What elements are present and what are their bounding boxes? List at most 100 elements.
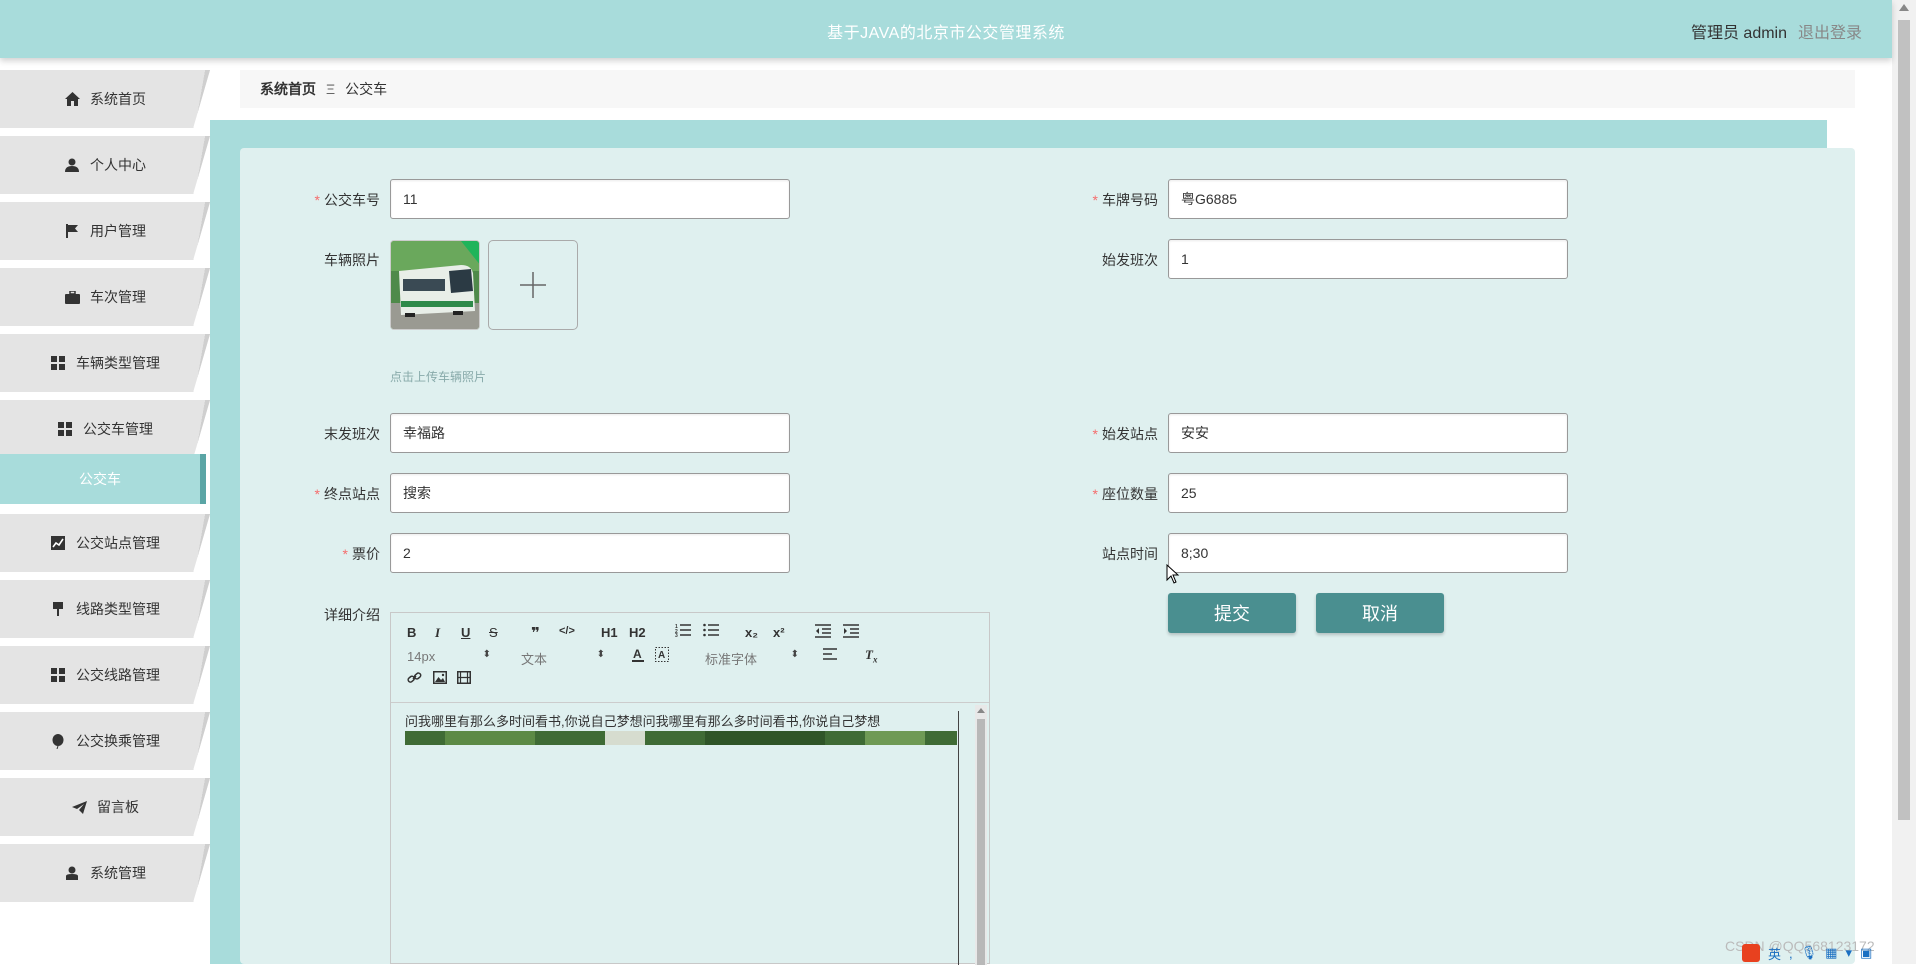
plate-input[interactable]: 粤G6885 bbox=[1168, 179, 1568, 219]
grid-icon bbox=[50, 667, 66, 683]
microphone-icon[interactable]: 🎙 bbox=[1801, 945, 1818, 961]
underline-button[interactable]: U bbox=[461, 625, 470, 640]
breadcrumb: 系统首页 Ξ 公交车 bbox=[240, 70, 1855, 108]
scroll-up-arrow[interactable] bbox=[1899, 4, 1909, 11]
sidebar-item-home[interactable]: 系统首页 bbox=[0, 70, 210, 128]
bullet-list-icon[interactable] bbox=[703, 623, 719, 640]
sidebar-item-label: 系统管理 bbox=[90, 865, 146, 881]
link-icon[interactable] bbox=[407, 671, 422, 688]
sidebar-item-trips[interactable]: 车次管理 bbox=[0, 268, 210, 326]
heading2-button[interactable]: H2 bbox=[629, 625, 646, 640]
sidebar-item-transfers[interactable]: 公交换乘管理 bbox=[0, 712, 210, 770]
svg-text:3: 3 bbox=[675, 633, 678, 637]
grid-icon bbox=[57, 421, 73, 437]
page-scrollbar[interactable] bbox=[1892, 0, 1916, 964]
ordered-list-icon[interactable]: 123 bbox=[675, 623, 691, 640]
editor-scroll-up-arrow[interactable] bbox=[977, 708, 985, 713]
sidebar-item-route-types[interactable]: 线路类型管理 bbox=[0, 580, 210, 638]
app-title: 基于JAVA的北京市公交管理系统 bbox=[827, 25, 1065, 42]
outdent-icon[interactable] bbox=[815, 624, 831, 641]
text-type-select[interactable]: 文本 ⬍ bbox=[521, 649, 605, 668]
sidebar: 系统首页 个人中心 用户管理 车次管理 车辆类型管理 公交车管理 公交车 公交站… bbox=[0, 58, 210, 964]
blockquote-button[interactable]: ❞ bbox=[531, 624, 540, 642]
end-station-input[interactable]: 搜索 bbox=[390, 473, 790, 513]
fare-input[interactable]: 2 bbox=[390, 533, 790, 573]
cancel-button[interactable]: 取消 bbox=[1316, 593, 1444, 633]
align-icon[interactable] bbox=[823, 648, 837, 663]
sidebar-item-label: 个人中心 bbox=[90, 157, 146, 173]
sidebar-item-messages[interactable]: 留言板 bbox=[0, 778, 210, 836]
sidebar-item-bus-management[interactable]: 公交车管理 bbox=[0, 400, 210, 458]
editor-text: 问我哪里有那么多时间看书,你说自己梦想问我哪里有那么多时间看书,你说自己梦想 bbox=[405, 714, 881, 729]
start-station-label: * 始发站点 bbox=[1092, 426, 1158, 442]
sidebar-item-label: 公交站点管理 bbox=[76, 535, 160, 551]
sidebar-item-label: 公交车 bbox=[79, 471, 121, 487]
bold-button[interactable]: B bbox=[407, 625, 416, 640]
font-family-select[interactable]: 标准字体 ⬍ bbox=[705, 649, 799, 668]
station-time-input[interactable]: 8;30 bbox=[1168, 533, 1568, 573]
editor-content[interactable]: 问我哪里有那么多时间看书,你说自己梦想问我哪里有那么多时间看书,你说自己梦想 bbox=[405, 711, 959, 965]
breadcrumb-current: 公交车 bbox=[345, 81, 388, 97]
apps-icon[interactable]: ▣ bbox=[1860, 945, 1872, 961]
fare-label: * 票价 bbox=[342, 546, 380, 562]
sidebar-item-label: 公交车管理 bbox=[83, 421, 153, 437]
sidebar-item-routes[interactable]: 公交线路管理 bbox=[0, 646, 210, 704]
sidebar-item-users[interactable]: 用户管理 bbox=[0, 202, 210, 260]
balloon-icon bbox=[50, 733, 66, 749]
shirt-icon[interactable]: ▾ bbox=[1845, 945, 1852, 961]
punctuation-icon[interactable]: , bbox=[1789, 946, 1793, 961]
bus-no-input[interactable]: 11 bbox=[390, 179, 790, 219]
grid-icon bbox=[50, 355, 66, 371]
sidebar-item-label: 留言板 bbox=[97, 799, 139, 815]
sidebar-item-system[interactable]: 系统管理 bbox=[0, 844, 210, 902]
sidebar-subitem-bus[interactable]: 公交车 bbox=[0, 454, 206, 504]
top-bar: 基于JAVA的北京市公交管理系统 管理员 admin 退出登录 bbox=[0, 0, 1892, 58]
editor-scroll-thumb[interactable] bbox=[977, 719, 985, 965]
sidebar-item-label: 线路类型管理 bbox=[76, 601, 160, 617]
editor-embedded-image[interactable] bbox=[405, 731, 957, 745]
first-shift-label: 始发班次 bbox=[1102, 252, 1158, 268]
logout-link[interactable]: 退出登录 bbox=[1798, 19, 1862, 43]
detail-label: 详细介绍 bbox=[324, 607, 380, 623]
pin-icon bbox=[50, 601, 66, 617]
breadcrumb-home[interactable]: 系统首页 bbox=[260, 79, 316, 99]
rich-text-editor: B I U S ❞ </> H1 H2 123 x₂ x² 14px ⬍ 文本 ⬍ … bbox=[390, 612, 990, 965]
ime-language-indicator[interactable]: 英 bbox=[1768, 944, 1781, 963]
sidebar-item-label: 车次管理 bbox=[90, 289, 146, 305]
sidebar-item-vehicle-types[interactable]: 车辆类型管理 bbox=[0, 334, 210, 392]
submit-button[interactable]: 提交 bbox=[1168, 593, 1296, 633]
first-shift-input[interactable]: 1 bbox=[1168, 239, 1568, 279]
last-shift-input[interactable]: 幸福路 bbox=[390, 413, 790, 453]
sidebar-item-profile[interactable]: 个人中心 bbox=[0, 136, 210, 194]
flag-icon bbox=[64, 223, 80, 239]
image-icon[interactable] bbox=[433, 671, 447, 687]
user-icon bbox=[64, 865, 80, 881]
station-time-label: 站点时间 bbox=[1102, 546, 1158, 562]
subscript-button[interactable]: x₂ bbox=[745, 625, 758, 640]
briefcase-icon bbox=[64, 289, 80, 305]
keyboard-icon[interactable]: ▦ bbox=[1825, 945, 1837, 961]
font-color-icon[interactable]: A bbox=[631, 647, 645, 665]
seats-input[interactable]: 25 bbox=[1168, 473, 1568, 513]
chart-icon bbox=[50, 535, 66, 551]
upload-photo-button[interactable] bbox=[488, 240, 578, 330]
video-icon[interactable] bbox=[457, 671, 471, 687]
italic-button[interactable]: I bbox=[435, 625, 440, 641]
superscript-button[interactable]: x² bbox=[773, 625, 785, 640]
background-color-icon[interactable]: A bbox=[655, 647, 669, 665]
bus-photo-thumbnail[interactable] bbox=[390, 240, 480, 330]
send-icon bbox=[71, 799, 87, 815]
start-station-input[interactable]: 安安 bbox=[1168, 413, 1568, 453]
heading1-button[interactable]: H1 bbox=[601, 625, 618, 640]
sidebar-item-label: 用户管理 bbox=[90, 223, 146, 239]
code-block-button[interactable]: </> bbox=[559, 625, 575, 637]
clear-format-icon[interactable]: Tx bbox=[865, 647, 877, 665]
sidebar-item-label: 系统首页 bbox=[90, 91, 146, 107]
scroll-thumb[interactable] bbox=[1898, 20, 1910, 820]
sidebar-item-stations[interactable]: 公交站点管理 bbox=[0, 514, 210, 572]
editor-scrollbar[interactable] bbox=[975, 705, 987, 965]
indent-icon[interactable] bbox=[843, 624, 859, 641]
font-size-select[interactable]: 14px ⬍ bbox=[407, 649, 491, 664]
system-tray: 英 , 🎙 ▦ ▾ ▣ bbox=[1742, 942, 1892, 964]
strikethrough-button[interactable]: S bbox=[489, 625, 498, 640]
